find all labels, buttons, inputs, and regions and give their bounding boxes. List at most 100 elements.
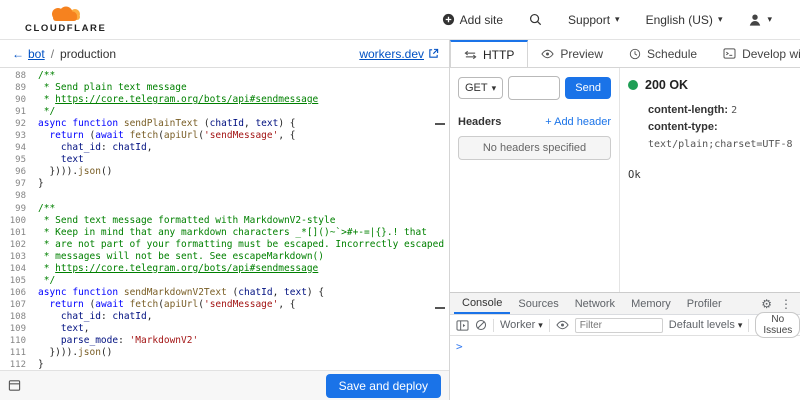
code-line: 89 * Send plain text message [0,82,449,94]
tab-preview[interactable]: Preview [528,40,616,67]
code-line: 108 chat_id: chatId, [0,311,449,323]
code-editor[interactable]: 88/** 89 * Send plain text message 90 * ht… [0,68,449,370]
code-line: 94 chat_id: chatId, [0,142,449,154]
chevron-down-icon: ▾ [767,14,772,24]
devtools-tab-sources[interactable]: Sources [510,293,566,314]
response-pane: 200 OK content-length: 2 content-type: te… [620,68,800,292]
panel-tabs: HTTP Preview Schedule Develop wi [450,40,800,68]
log-levels-dropdown[interactable]: Default levels ▾ [669,319,743,331]
tab-wrangler-cli[interactable]: Develop with Wrangler CLI [710,40,800,67]
code-line: 93 return (await fetch(apiUrl('sendMessa… [0,130,449,142]
main-split: ← bot / production workers.dev 88/** 89 *… [0,40,800,400]
code-line: 104 * https://core.telegram.org/bots/api… [0,263,449,275]
header-actions: Add site Support ▾ English (US) ▾ ▾ [442,13,772,27]
code-line: 97} [0,178,449,190]
code-line: 106 async function sendMarkdownV2Text (ch… [0,287,449,299]
user-icon [748,13,762,27]
line-number: 95 [15,155,26,166]
breadcrumb-separator: / [50,46,55,61]
console-prompt: > [456,340,463,353]
devtools: Console Sources Network Memory Profiler ⚙ ⋮ … [450,292,800,400]
line-number: 88 [15,71,26,81]
line-number: 109 [9,323,26,334]
add-header-button[interactable]: + Add header [545,116,611,128]
send-button[interactable]: Send [565,77,611,99]
devtools-tab-console[interactable]: Console [454,293,511,314]
code-text: * Send text message formatted with Markd… [38,214,336,226]
devtools-tab-network[interactable]: Network [567,293,623,314]
code-text: parse_mode: 'MarkdownV2' [60,335,199,347]
code-text: } [38,359,44,370]
code-text: async function sendPlainText (chatId, te… [38,118,296,130]
overview-ruler-mark [435,307,445,309]
code-line: 91 */ [0,106,449,118]
no-headers-notice: No headers specified [458,136,611,160]
response-header-row: content-type: text/plain;charset=UTF-8 [648,121,793,151]
line-number: 89 [15,83,26,94]
console-output[interactable]: > [450,336,800,400]
editor-panel: ← bot / production workers.dev 88/** 89 *… [0,40,450,400]
external-link-icon [428,48,439,59]
headers-label: Headers [458,116,502,128]
clear-console-icon[interactable] [475,319,487,331]
devtools-more-menu-icon[interactable]: ⋮ [780,298,792,310]
line-number: 91 [15,107,26,118]
console-sidebar-icon[interactable] [456,319,469,331]
line-number: 106 [9,287,26,298]
workers-dev-link[interactable]: workers.dev [359,47,439,61]
eye-icon [541,49,555,59]
code-text: * https://core.telegram.org/bots/api#sen… [38,262,319,274]
toggle-panel-icon[interactable] [8,379,21,392]
line-number: 101 [9,227,26,238]
support-menu[interactable]: Support ▾ [568,13,620,27]
add-site-button[interactable]: Add site [442,13,503,27]
response-body: Ok [628,169,641,182]
code-text: return (await fetch(apiUrl('sendMessage'… [49,130,296,142]
response-headers: content-length: 2 content-type: text/plai… [648,102,798,153]
code-line: 90 * https://core.telegram.org/bots/api#… [0,94,449,106]
code-line: 95 text [0,154,449,166]
search-button[interactable] [529,13,542,26]
code-line: 98 [0,190,449,202]
console-filter-input[interactable] [574,317,663,333]
code-line: 109 text, [0,323,449,335]
context-dropdown[interactable]: Worker ▾ [500,319,543,331]
devtools-settings-gear-icon[interactable]: ⚙ [761,298,772,310]
save-and-deploy-button[interactable]: Save and deploy [325,373,441,398]
back-arrow-icon[interactable]: ← [12,47,24,61]
tab-http[interactable]: HTTP [450,40,529,67]
code-line: 96 }))).json() [0,166,449,178]
request-pane: GET ▾ Send Headers + Add header No heade… [450,68,620,292]
account-menu[interactable]: ▾ [748,13,772,27]
request-response-area: GET ▾ Send Headers + Add header No heade… [450,68,800,292]
code-text: * Send plain text message [38,82,187,94]
code-text: * https://core.telegram.org/bots/api#sen… [38,94,319,106]
code-line: 100 * Send text message formatted with M… [0,215,449,227]
devtools-tab-memory[interactable]: Memory [623,293,679,314]
live-expression-eye-icon[interactable] [556,320,569,330]
editor-footer: Save and deploy [0,370,449,400]
code-line: 110 parse_mode: 'MarkdownV2' [0,335,449,347]
tab-schedule[interactable]: Schedule [616,40,710,67]
url-input[interactable] [508,76,561,100]
plus-circle-icon [442,13,455,26]
code-text: /** [38,202,56,214]
chevron-down-icon: ▾ [737,319,743,330]
line-number: 100 [9,215,26,226]
code-text: text [60,154,84,166]
no-issues-button[interactable]: No Issues [755,312,800,338]
code-text: async function sendMarkdownV2Text (chatI… [38,286,325,298]
devtools-tab-profiler[interactable]: Profiler [679,293,730,314]
breadcrumb-environment: production [60,46,117,61]
method-dropdown[interactable]: GET ▾ [458,77,504,99]
terminal-icon [723,48,736,59]
chevron-down-icon: ▾ [491,82,497,93]
devtools-tabs: Console Sources Network Memory Profiler ⚙ ⋮ [450,293,800,315]
code-text: * are not part of your formatting must b… [38,238,445,250]
code-line: 99 /** [0,203,449,215]
code-text: return (await fetch(apiUrl('sendMessage'… [49,298,296,310]
cloudflare-logo[interactable]: CLOUDFLARE [25,6,106,34]
language-menu[interactable]: English (US) ▾ [646,13,723,27]
code-text: /** [38,70,56,81]
breadcrumb-project-link[interactable]: bot [28,47,45,61]
